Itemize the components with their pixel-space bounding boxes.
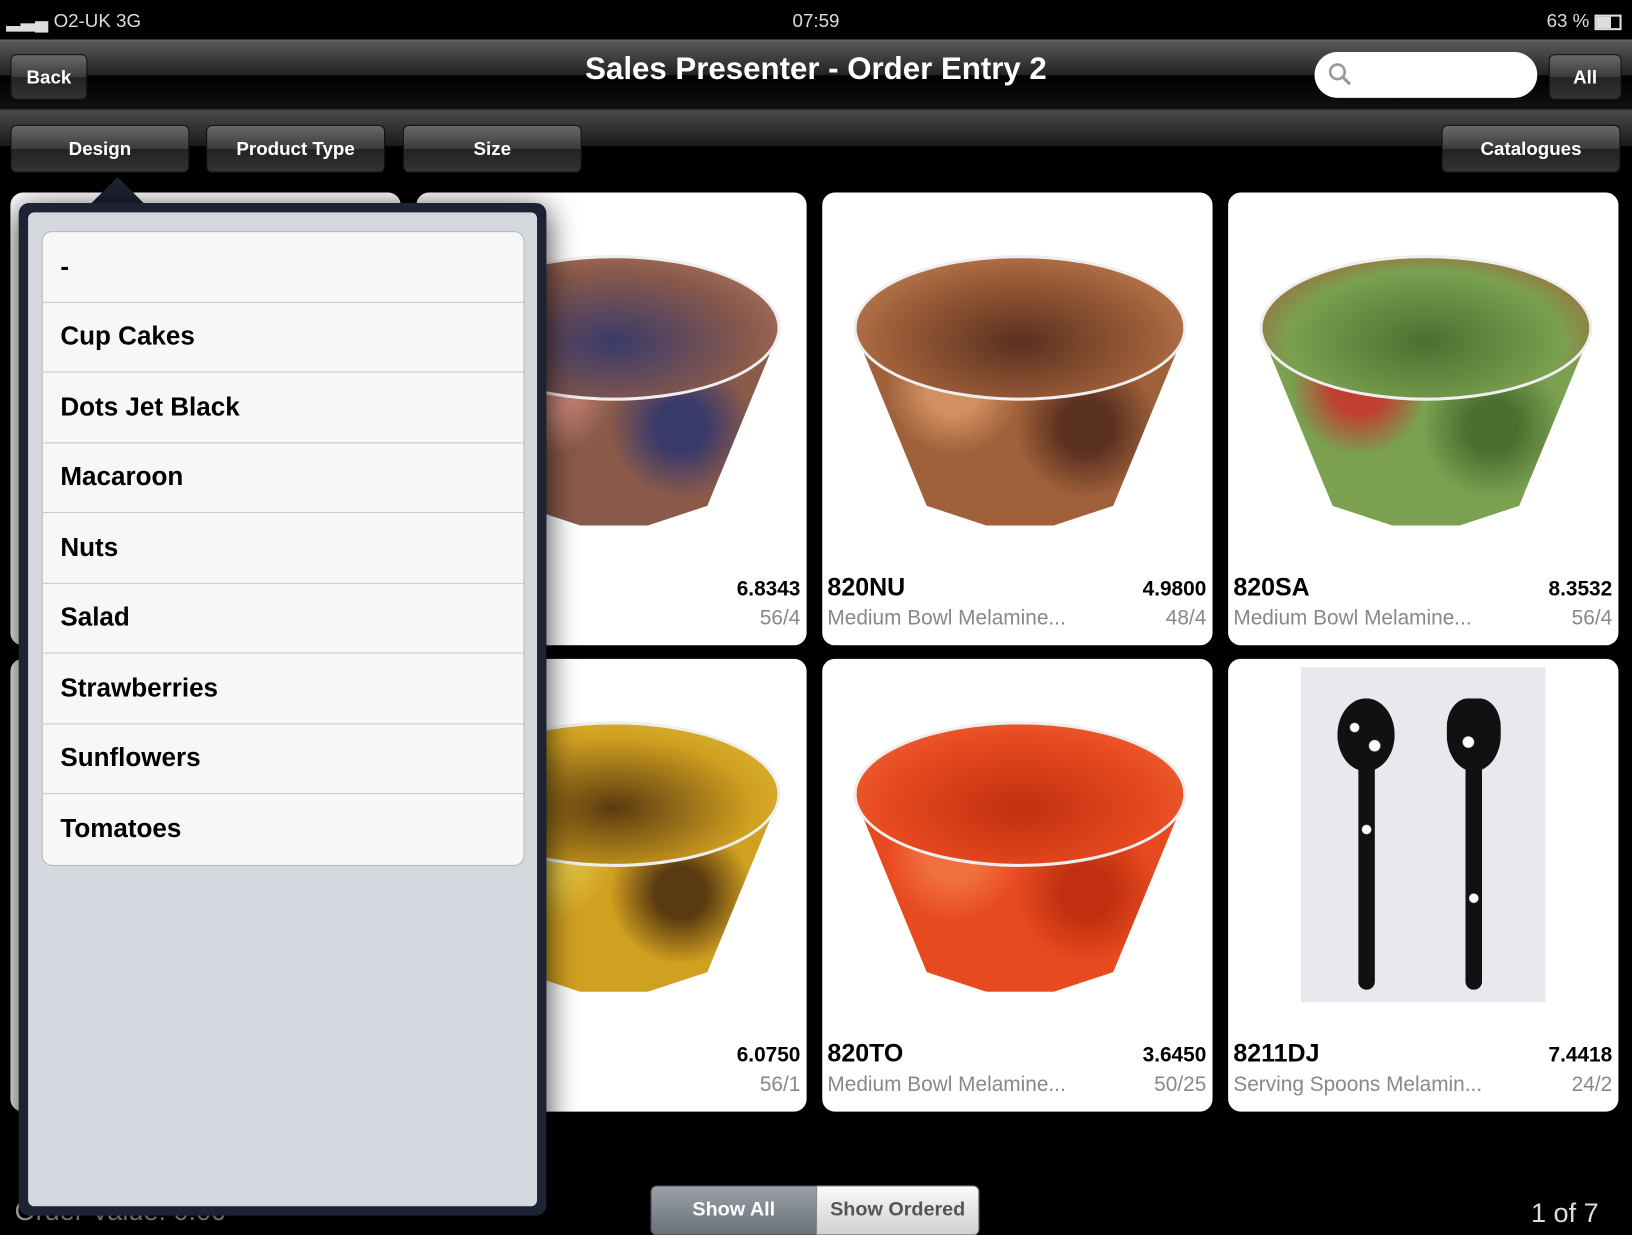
product-card[interactable]: 8211DJ 7.4418 Serving Spoons Melamin... … [1228,658,1619,1112]
product-image [853,721,1187,992]
battery-percent: 63 % [1546,10,1590,32]
product-card[interactable]: 820TO 3.6450 Medium Bowl Melamine... 50/… [822,658,1213,1112]
product-image [853,254,1187,526]
product-pack-size: 48/4 [1165,606,1207,630]
search-icon [1328,63,1352,86]
clock: 07:59 [792,10,840,32]
product-description: Serving Spoons Melamin... [1233,1073,1483,1096]
design-option[interactable]: Strawberries [42,654,524,724]
product-code: 8211DJ [1233,1039,1320,1068]
battery-icon [1594,14,1622,30]
product-description: Medium Bowl Melamine... [827,606,1066,630]
design-option[interactable]: Salad [42,583,524,654]
product-pack-size: 56/4 [1571,606,1613,630]
design-option[interactable]: Tomatoes [43,794,524,864]
show-all-button[interactable]: Show All [650,1185,818,1235]
catalogues-button[interactable]: Catalogues [1441,124,1621,173]
design-option[interactable]: - [42,232,524,303]
product-image [1301,667,1546,1003]
product-pack-size: 50/25 [1154,1073,1207,1096]
product-code: 820NU [827,573,906,602]
product-description: Medium Bowl Melamine... [827,1073,1066,1096]
design-filter-button[interactable]: Design [10,124,190,173]
design-option[interactable]: Dots Jet Black [42,373,524,443]
product-price: 6.8343 [736,577,801,601]
design-option[interactable]: Sunflowers [42,724,524,795]
product-image [1259,254,1593,526]
page-indicator: 1 of 7 [1530,1196,1599,1229]
search-input[interactable] [1314,52,1538,98]
product-type-filter-button[interactable]: Product Type [206,124,386,173]
all-button[interactable]: All [1548,54,1622,100]
product-card[interactable]: 820NU 4.9800 Medium Bowl Melamine... 48/… [822,192,1213,646]
design-options-list: - Cup Cakes Dots Jet Black Macaroon Nuts Sala… [41,231,525,866]
product-pack-size: 56/1 [759,1073,801,1096]
product-price: 7.4418 [1548,1043,1613,1067]
design-option[interactable]: Macaroon [42,443,524,514]
product-pack-size: 24/2 [1571,1073,1613,1096]
product-description: Medium Bowl Melamine... [1233,606,1472,630]
battery-status: 63 % [1547,10,1622,32]
product-pack-size: 56/4 [759,606,801,630]
product-price: 4.9800 [1142,577,1207,601]
product-price: 3.6450 [1142,1043,1207,1067]
product-code: 820SA [1233,573,1310,602]
design-option[interactable]: Nuts [42,513,524,584]
design-option[interactable]: Cup Cakes [42,302,524,373]
product-price: 8.3532 [1548,577,1613,601]
size-filter-button[interactable]: Size [402,124,582,173]
product-card[interactable]: 820SA 8.3532 Medium Bowl Melamine... 56/… [1228,192,1619,646]
product-price: 6.0750 [736,1043,801,1067]
popover-arrow [88,176,147,207]
show-ordered-button[interactable]: Show Ordered [815,1185,980,1235]
product-code: 820TO [827,1039,904,1068]
